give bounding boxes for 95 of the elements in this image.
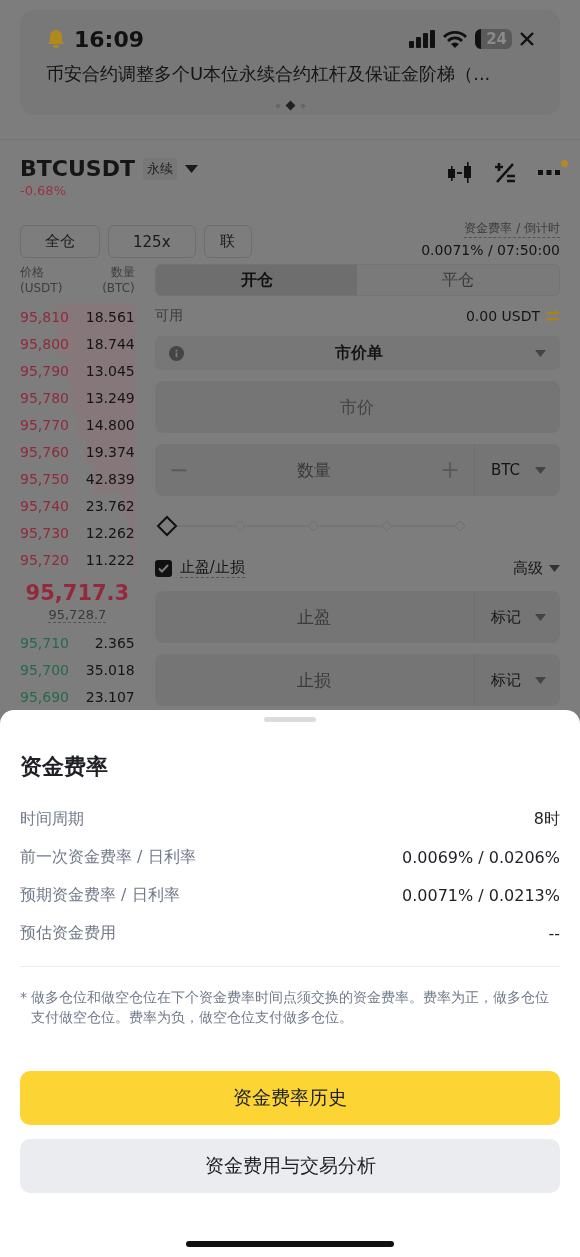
ask-price[interactable]: 95,720	[20, 551, 69, 568]
quantity-field[interactable]: − 数量 + BTC	[154, 444, 560, 496]
slider-thumb[interactable]	[156, 515, 178, 537]
ask-quantity: 13.249	[85, 389, 135, 406]
ask-quantity: 14.800	[85, 416, 135, 433]
ask-price[interactable]: 95,740	[20, 497, 69, 514]
check-icon	[157, 563, 169, 573]
notification-message: 币安合约调整多个U本位永续合约杠杆及保证金阶梯（...	[46, 62, 492, 86]
margin-setting-button[interactable]: 125x	[108, 225, 196, 258]
caret-icon	[535, 466, 546, 474]
info-label: 时间周期	[20, 808, 84, 830]
caret-icon[interactable]	[184, 164, 198, 173]
signal-icon	[409, 30, 436, 48]
ask-quantity: 11.222	[85, 551, 135, 568]
caret-icon	[535, 349, 546, 357]
last-price: 95,717.3	[25, 581, 130, 605]
ask-quantity: 18.744	[85, 335, 135, 352]
ask-quantity: 12.262	[85, 524, 135, 541]
symbol-title: BTCUSDT	[20, 156, 135, 181]
ask-row[interactable]: 95,800 18.744	[20, 330, 135, 357]
ask-row[interactable]: 95,730 12.262	[20, 519, 135, 546]
more-icon[interactable]	[538, 170, 560, 176]
funding-rate-label[interactable]: 资金费率 / 倒计时	[464, 220, 560, 238]
tp-sl-label[interactable]: 止盈/止损	[179, 558, 245, 578]
info-label: 预期资金费率 / 日利率	[20, 884, 180, 906]
trigger-select[interactable]: 标记	[474, 591, 560, 643]
footnote-text: 做多仓位和做空仓位在下个资金费率时间点须交换的资金费率。费率为正，做多仓位支付做空仓位。费率为负，做空仓位支付做多仓位。	[31, 988, 550, 1027]
close-icon[interactable]	[520, 32, 534, 46]
ask-price[interactable]: 95,750	[20, 470, 69, 487]
info-label: 前一次资金费率 / 日利率	[20, 846, 196, 868]
ask-price[interactable]: 95,760	[20, 443, 69, 460]
stop-loss-field[interactable]: 止损 标记	[154, 654, 560, 706]
ask-quantity: 19.374	[85, 443, 135, 460]
quantity-input[interactable]: 数量	[202, 444, 426, 496]
ask-quantity: 42.839	[85, 470, 135, 487]
margin-setting-button[interactable]: 全仓	[20, 225, 100, 258]
ask-price[interactable]: 95,780	[20, 389, 69, 406]
mark-price[interactable]: 95,728.7	[48, 607, 107, 623]
column-header: 价格	[20, 264, 44, 281]
info-label: 预估资金费用	[20, 922, 116, 944]
margin-setting-button[interactable]: 联	[203, 225, 252, 258]
ask-quantity: 23.762	[85, 497, 135, 514]
available-label: 可用	[154, 307, 183, 325]
bell-icon	[46, 29, 66, 49]
ask-row[interactable]: 95,780 13.249	[20, 384, 135, 411]
column-unit: (USDT)	[20, 281, 63, 295]
history-button[interactable]: 资金费率历史	[20, 1071, 560, 1125]
ask-price[interactable]: 95,790	[20, 362, 69, 379]
wifi-icon	[443, 30, 468, 48]
funding-rate-value: 0.0071% / 07:50:00	[421, 242, 560, 258]
caret-icon	[535, 613, 546, 621]
ask-price[interactable]: 95,810	[20, 308, 69, 325]
ask-price[interactable]: 95,800	[20, 335, 69, 352]
ask-price[interactable]: 95,770	[20, 416, 69, 433]
ask-row[interactable]: 95,750 42.839	[20, 465, 135, 492]
analysis-button[interactable]: 资金费用与交易分析	[20, 1139, 560, 1193]
stop-loss-input[interactable]: 止损	[154, 654, 474, 706]
info-value: 0.0069% / 0.0206%	[402, 847, 560, 867]
caret-icon	[549, 564, 560, 572]
trigger-select[interactable]: 标记	[474, 654, 560, 706]
drag-handle[interactable]	[264, 717, 316, 722]
order-type-select[interactable]: 市价单	[154, 336, 560, 370]
take-profit-field[interactable]: 止盈 标记	[154, 591, 560, 643]
position-tab[interactable]: 平仓	[357, 265, 559, 295]
ask-quantity: 13.045	[85, 362, 135, 379]
unit-select[interactable]: BTC	[474, 444, 560, 496]
bid-quantity: 23.107	[85, 688, 135, 705]
tp-sl-checkbox[interactable]	[154, 559, 172, 577]
info-icon	[168, 345, 184, 361]
available-balance: 0.00 USDT	[465, 308, 540, 324]
ask-price[interactable]: 95,730	[20, 524, 69, 541]
ask-row[interactable]: 95,770 14.800	[20, 411, 135, 438]
sheet-title: 资金费率	[20, 753, 109, 781]
candlestick-icon[interactable]	[448, 162, 472, 184]
info-value: 8时	[533, 808, 560, 830]
price-change: -0.68%	[20, 183, 67, 198]
footnote-mark: *	[20, 988, 27, 1007]
info-value: --	[548, 923, 560, 943]
ask-row[interactable]: 95,810 18.561	[20, 303, 135, 330]
status-time: 16:09	[74, 26, 145, 52]
plus-minus-icon[interactable]	[494, 162, 516, 184]
ask-row[interactable]: 95,720 11.222	[20, 546, 135, 573]
bid-quantity: 2.365	[94, 634, 135, 651]
ask-quantity: 18.561	[85, 308, 135, 325]
ask-row[interactable]: 95,740 23.762	[20, 492, 135, 519]
info-value: 0.0071% / 0.0213%	[402, 885, 560, 905]
advanced-dropdown[interactable]: 高级	[513, 558, 560, 578]
bid-quantity: 35.018	[85, 661, 135, 678]
take-profit-input[interactable]: 止盈	[154, 591, 474, 643]
ask-row[interactable]: 95,760 19.374	[20, 438, 135, 465]
column-unit: (BTC)	[102, 281, 135, 295]
caret-icon	[535, 676, 546, 684]
position-tab[interactable]: 开仓	[155, 265, 358, 295]
ask-row[interactable]: 95,790 13.045	[20, 357, 135, 384]
contract-type-tag: 永续	[142, 157, 177, 180]
